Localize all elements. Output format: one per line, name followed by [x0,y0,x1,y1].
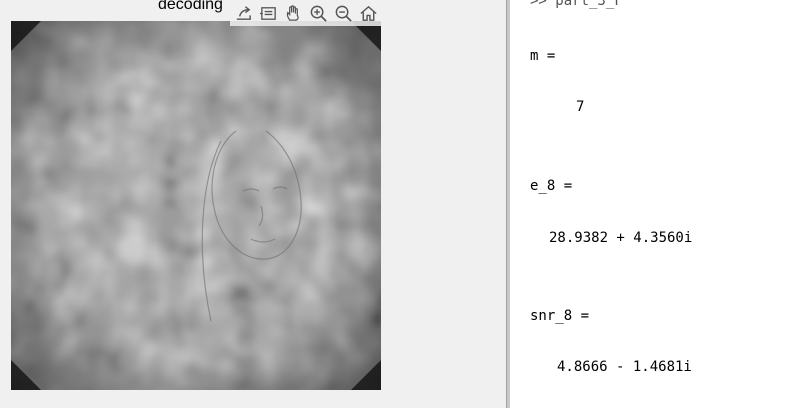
zoom-in-icon[interactable] [307,2,329,24]
output-label-m: m = [530,48,556,64]
output-value-e8: 28.9382 + 4.3560i [549,230,693,246]
command-prompt: >> part_3_F [530,0,623,9]
output-label-snr8: snr_8 = [530,308,590,324]
data-tips-icon[interactable] [257,2,279,24]
axes-toolbar [230,0,382,26]
command-window[interactable]: >> part_3_F m = 7 e_8 = 28.9382 + 4.3560… [510,0,793,408]
output-value-snr8: 4.8666 - 1.4681i [557,359,692,375]
figure-title: decoding [158,0,223,13]
decoded-image[interactable] [11,21,381,390]
home-icon[interactable] [357,2,379,24]
output-value-m: 7 [576,99,585,115]
pan-hand-icon[interactable] [282,2,304,24]
zoom-out-icon[interactable] [332,2,354,24]
export-icon[interactable] [232,2,254,24]
figure-window: decoding [0,0,506,408]
output-label-e8: e_8 = [530,178,573,194]
